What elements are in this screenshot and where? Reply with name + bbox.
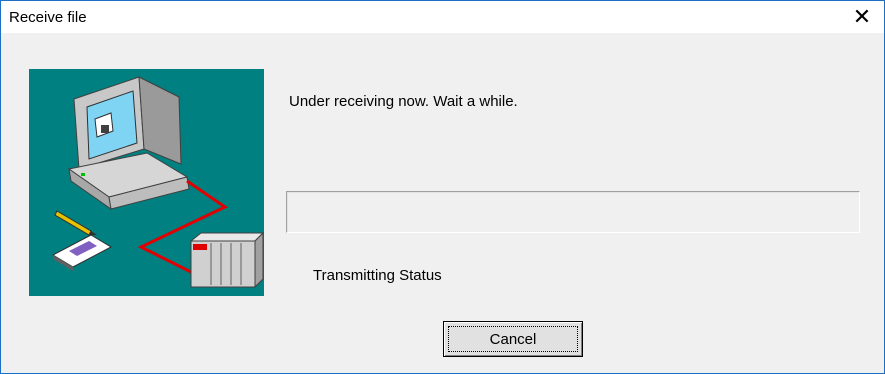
window-title: Receive file bbox=[9, 9, 87, 26]
receive-file-dialog: Receive file ✕ Under receiving now. Wait… bbox=[0, 0, 885, 374]
floppy-disk-icon bbox=[51, 234, 113, 271]
transfer-progress-bar bbox=[286, 191, 860, 233]
plc-unit-icon bbox=[189, 231, 265, 289]
transfer-illustration-graphic bbox=[51, 76, 265, 289]
close-button[interactable]: ✕ bbox=[840, 1, 884, 33]
pencil-icon bbox=[54, 210, 97, 236]
cancel-button[interactable]: Cancel bbox=[443, 321, 583, 357]
title-bar[interactable]: Receive file ✕ bbox=[1, 1, 884, 33]
transmitting-status-label: Transmitting Status bbox=[313, 267, 442, 284]
cancel-button-label[interactable]: Cancel bbox=[448, 326, 578, 352]
status-message: Under receiving now. Wait a while. bbox=[289, 93, 518, 110]
computer-icon bbox=[67, 76, 190, 211]
close-icon[interactable]: ✕ bbox=[853, 4, 871, 30]
transfer-illustration bbox=[29, 69, 265, 296]
